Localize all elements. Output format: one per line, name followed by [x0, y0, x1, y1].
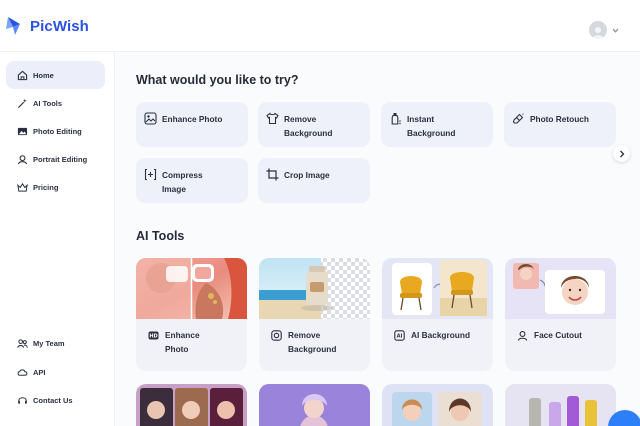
- ai-tool-card-face-cutout[interactable]: Face Cutout: [505, 258, 616, 371]
- account-menu[interactable]: [589, 21, 619, 39]
- remove-background-thumbnail: [259, 258, 370, 319]
- portrait-icon: [17, 154, 28, 164]
- quick-action-label: Instant Background: [407, 114, 456, 138]
- portrait-styles-card[interactable]: [136, 384, 247, 426]
- sidebar-item-portrait-editing[interactable]: Portrait Editing: [6, 145, 105, 173]
- svg-text:AI: AI: [397, 334, 403, 340]
- sidebar-item-label: API: [33, 367, 46, 377]
- sidebar-item-pricing[interactable]: Pricing: [6, 173, 105, 201]
- quick-action-remove-background[interactable]: Remove Background: [258, 102, 370, 147]
- crop-icon: [266, 168, 279, 181]
- compress-icon: [144, 168, 157, 181]
- ai-tool-label: Enhance Photo: [165, 330, 200, 354]
- ai-tools-section-title: AI Tools: [136, 229, 185, 243]
- sidebar-item-contact-us[interactable]: Contact Us: [6, 386, 105, 414]
- sidebar-item-ai-tools[interactable]: AI Tools: [6, 89, 105, 117]
- sidebar-item-photo-editing[interactable]: Photo Editing: [6, 117, 105, 145]
- portrait-styles-thumbnail: [136, 384, 247, 426]
- person-icon: [517, 331, 528, 341]
- quick-action-label: Crop Image: [284, 170, 330, 180]
- quick-action-enhance-photo[interactable]: Enhance Photo: [136, 102, 248, 147]
- product-photo-card[interactable]: [505, 384, 616, 426]
- quick-action-label: Enhance Photo: [162, 114, 223, 124]
- hd-icon: HD: [148, 331, 159, 340]
- team-icon: [17, 338, 28, 348]
- api-icon: [17, 368, 28, 376]
- face-cutout-thumbnail: [505, 258, 616, 319]
- ai-tool-card-ai-background[interactable]: AI AI Background: [382, 258, 493, 371]
- sidebar-item-home[interactable]: Home: [6, 61, 105, 89]
- ai-tool-card-remove-background[interactable]: Remove Background: [259, 258, 370, 371]
- image-edit-icon: [17, 127, 28, 135]
- sidebar-item-label: Contact Us: [33, 395, 73, 405]
- cutout-icon: [271, 330, 282, 341]
- ai-art-card[interactable]: [259, 384, 370, 426]
- picwish-logo-icon: [6, 17, 20, 35]
- ai-tool-caption: AI AI Background: [394, 328, 470, 342]
- sidebar-item-label: Portrait Editing: [33, 154, 88, 164]
- bottle-icon: [391, 113, 401, 125]
- ai-icon: AI: [394, 330, 405, 341]
- headset-icon: [18, 396, 27, 404]
- quick-action-label: Compress Image: [162, 170, 203, 194]
- sidebar-item-label: Photo Editing: [33, 126, 82, 136]
- ai-portrait-thumbnail: [382, 384, 493, 426]
- ai-tool-caption: Face Cutout: [517, 328, 582, 342]
- ai-tool-label: Face Cutout: [534, 330, 582, 340]
- sidebar-item-api[interactable]: API: [6, 358, 105, 386]
- carousel-next-button[interactable]: [613, 145, 630, 162]
- ai-portrait-card[interactable]: [382, 384, 493, 426]
- chevron-right-icon: [619, 150, 624, 157]
- eraser-icon: [512, 113, 524, 124]
- sidebar-item-label: Pricing: [33, 182, 59, 192]
- quick-action-label: Remove Background: [284, 114, 333, 138]
- ai-tool-caption: Remove Background: [271, 328, 352, 356]
- ai-tool-label: Remove Background: [288, 330, 337, 354]
- top-header: PicWish: [0, 0, 640, 52]
- quick-action-photo-retouch[interactable]: Photo Retouch: [504, 102, 616, 147]
- try-section-title: What would you like to try?: [136, 73, 299, 87]
- quick-action-crop-image[interactable]: Crop Image: [258, 158, 370, 203]
- user-icon: [592, 27, 604, 39]
- avatar[interactable]: [589, 21, 607, 39]
- quick-action-instant-background[interactable]: Instant Background: [381, 102, 493, 147]
- sidebar: Home AI Tools Photo Editing Portrait Edi…: [0, 52, 115, 426]
- sidebar-item-label: Home: [33, 70, 54, 80]
- home-icon: [17, 70, 28, 80]
- ai-tool-card-enhance-photo[interactable]: HD Enhance Photo: [136, 258, 247, 371]
- sidebar-item-label: AI Tools: [33, 98, 63, 108]
- magic-wand-icon: [17, 98, 27, 108]
- crown-icon: [17, 182, 28, 192]
- brand-name: PicWish: [30, 17, 89, 35]
- shirt-icon: [266, 112, 279, 125]
- chevron-down-icon[interactable]: [612, 28, 619, 33]
- brand-logo[interactable]: PicWish: [5, 15, 89, 37]
- product-photo-thumbnail: [505, 384, 616, 426]
- ai-tool-label: AI Background: [411, 330, 471, 340]
- ai-art-thumbnail: [259, 384, 370, 426]
- quick-action-compress-image[interactable]: Compress Image: [136, 158, 248, 203]
- quick-action-label: Photo Retouch: [530, 114, 589, 124]
- sidebar-item-my-team[interactable]: My Team: [6, 329, 105, 357]
- ai-background-thumbnail: [382, 258, 493, 319]
- enhance-photo-thumbnail: [136, 258, 247, 319]
- ai-tool-caption: HD Enhance Photo: [148, 328, 215, 356]
- svg-text:HD: HD: [149, 334, 157, 340]
- main-content: What would you like to try? Enhance Phot…: [116, 52, 640, 426]
- sidebar-item-label: My Team: [33, 338, 65, 348]
- enhance-icon: [144, 112, 157, 125]
